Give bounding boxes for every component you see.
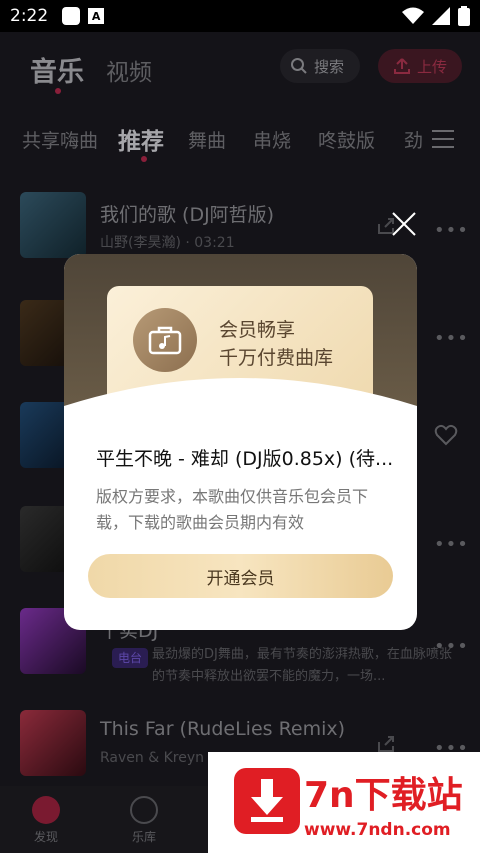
tab-category[interactable]: 劲 bbox=[404, 126, 423, 153]
album-cover bbox=[20, 710, 86, 776]
watermark-url: www.7ndn.com bbox=[304, 820, 451, 840]
album-cover bbox=[20, 192, 86, 258]
search-button[interactable]: 搜索 bbox=[280, 49, 360, 83]
nav-library[interactable]: 乐库 bbox=[114, 796, 174, 845]
dialog-song-title: 平生不晚 - 难却 (DJ版0.85x) (待... bbox=[96, 448, 394, 470]
more-icon[interactable]: ••• bbox=[434, 534, 469, 555]
nav-label: 乐库 bbox=[131, 830, 156, 844]
song-subtitle: 山野(李昊瀚) · 03:21 bbox=[100, 235, 235, 251]
battery-icon bbox=[458, 6, 470, 26]
song-title: 我们的歌 (DJ阿哲版) bbox=[100, 204, 275, 226]
dialog-description: 版权方要求，本歌曲仅供音乐包会员下载，下载的歌曲会员期内有效 bbox=[96, 487, 369, 532]
song-description: 最劲爆的DJ舞曲，最有节奏的澎湃热歌，在血脉喷张的节奏中释放出欲罢不能的魔力，一… bbox=[152, 647, 452, 684]
song-subtitle: Raven & Kreyn bbox=[100, 750, 204, 766]
signal-icon bbox=[432, 7, 450, 25]
status-time: 2:22 bbox=[10, 6, 49, 26]
song-title: This Far (RudeLies Remix) bbox=[100, 718, 346, 740]
share-icon[interactable] bbox=[376, 734, 396, 754]
tab-category[interactable]: 串烧 bbox=[253, 126, 291, 153]
watermark: 7n下载站 www.7ndn.com bbox=[208, 752, 480, 853]
upload-label: 上传 bbox=[416, 57, 447, 76]
notification-icon bbox=[62, 7, 81, 25]
radio-badge: 电台 bbox=[112, 648, 149, 668]
status-bar: 2:22 A bbox=[0, 0, 480, 32]
watermark-title: 7n下载站 bbox=[304, 775, 463, 816]
more-icon[interactable]: ••• bbox=[434, 636, 469, 657]
tab-video[interactable]: 视频 bbox=[106, 53, 152, 87]
search-label: 搜索 bbox=[314, 57, 345, 76]
tab-category[interactable]: 舞曲 bbox=[188, 126, 226, 153]
search-icon bbox=[291, 58, 307, 74]
tab-music[interactable]: 音乐 bbox=[30, 50, 84, 89]
library-icon bbox=[130, 796, 158, 824]
download-logo-icon bbox=[234, 768, 300, 834]
category-tabs: 共享嗨曲 推荐 舞曲 串烧 咚鼓版 劲 bbox=[0, 118, 480, 162]
tab-category[interactable]: 咚鼓版 bbox=[318, 126, 375, 153]
vip-dialog: 会员畅享 千万付费曲库 平生不晚 - 难却 (DJ版0.85x) (待... 版… bbox=[64, 254, 417, 630]
active-indicator bbox=[141, 156, 147, 162]
close-icon[interactable] bbox=[390, 210, 418, 238]
card-line1: 会员畅享 bbox=[219, 319, 296, 341]
music-bag-icon bbox=[133, 308, 197, 372]
top-header: 音乐 视频 搜索 上传 bbox=[0, 32, 480, 102]
discover-icon bbox=[32, 796, 60, 824]
upload-icon bbox=[393, 58, 410, 74]
tab-category-active[interactable]: 推荐 bbox=[118, 122, 164, 156]
upload-button[interactable]: 上传 bbox=[378, 49, 462, 83]
active-indicator bbox=[55, 88, 61, 94]
menu-icon[interactable] bbox=[432, 130, 454, 148]
nav-label: 发现 bbox=[33, 830, 58, 844]
nav-discover[interactable]: 发现 bbox=[16, 796, 76, 845]
wifi-icon bbox=[402, 7, 424, 24]
open-vip-button[interactable]: 开通会员 bbox=[88, 554, 393, 598]
a-badge-icon: A bbox=[88, 8, 105, 24]
dialog-wave bbox=[64, 378, 417, 444]
more-icon[interactable]: ••• bbox=[434, 220, 469, 241]
tab-category[interactable]: 共享嗨曲 bbox=[22, 126, 98, 153]
more-icon[interactable]: ••• bbox=[434, 328, 469, 349]
heart-icon[interactable] bbox=[434, 424, 458, 446]
